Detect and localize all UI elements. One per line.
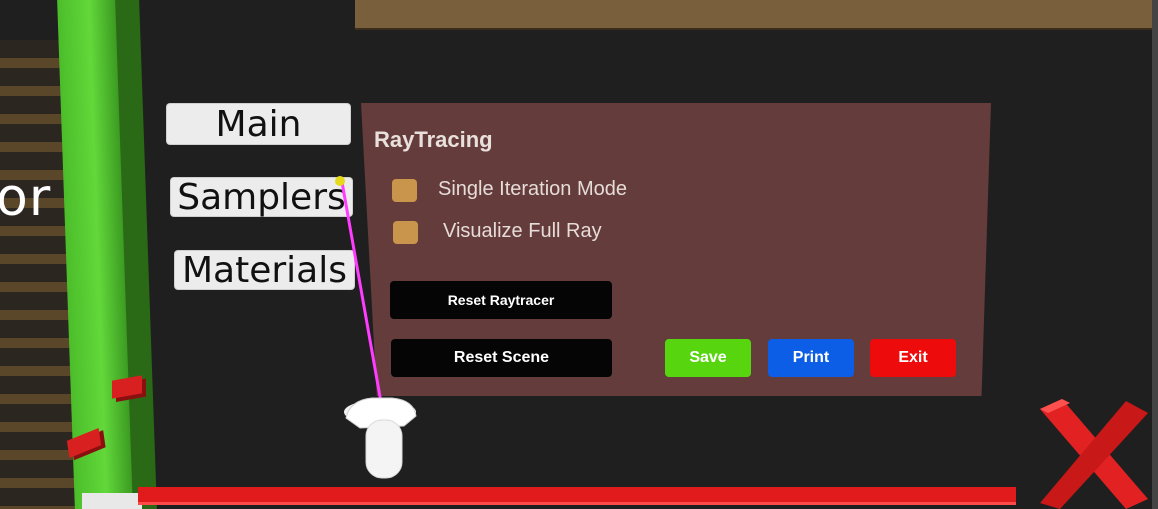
- reset-scene-button[interactable]: Reset Scene: [391, 339, 612, 377]
- single-iteration-checkbox[interactable]: [392, 179, 417, 202]
- reset-raytracer-button[interactable]: Reset Raytracer: [390, 281, 612, 319]
- ceiling-beam: [355, 0, 1158, 30]
- vr-scene: or Main Samplers Materials RayTracing Si…: [0, 0, 1158, 509]
- tab-samplers[interactable]: Samplers: [171, 178, 352, 218]
- visualize-full-ray-label: Visualize Full Ray: [443, 220, 602, 242]
- tab-materials[interactable]: Materials: [175, 251, 354, 291]
- tab-main[interactable]: Main: [167, 104, 350, 145]
- wall-sign-text: or: [0, 168, 52, 228]
- floor-rail: [138, 487, 1016, 505]
- single-iteration-label: Single Iteration Mode: [438, 178, 628, 200]
- print-button[interactable]: Print: [768, 339, 854, 377]
- visualize-full-ray-checkbox[interactable]: [393, 221, 418, 244]
- red-x-icon[interactable]: [1030, 399, 1150, 509]
- vr-controller-icon: [344, 397, 417, 479]
- exit-button[interactable]: Exit: [870, 339, 956, 377]
- window-edge: [1152, 0, 1158, 509]
- floor-edge: [82, 493, 142, 509]
- save-button[interactable]: Save: [665, 339, 751, 377]
- panel-title: RayTracing: [374, 127, 493, 152]
